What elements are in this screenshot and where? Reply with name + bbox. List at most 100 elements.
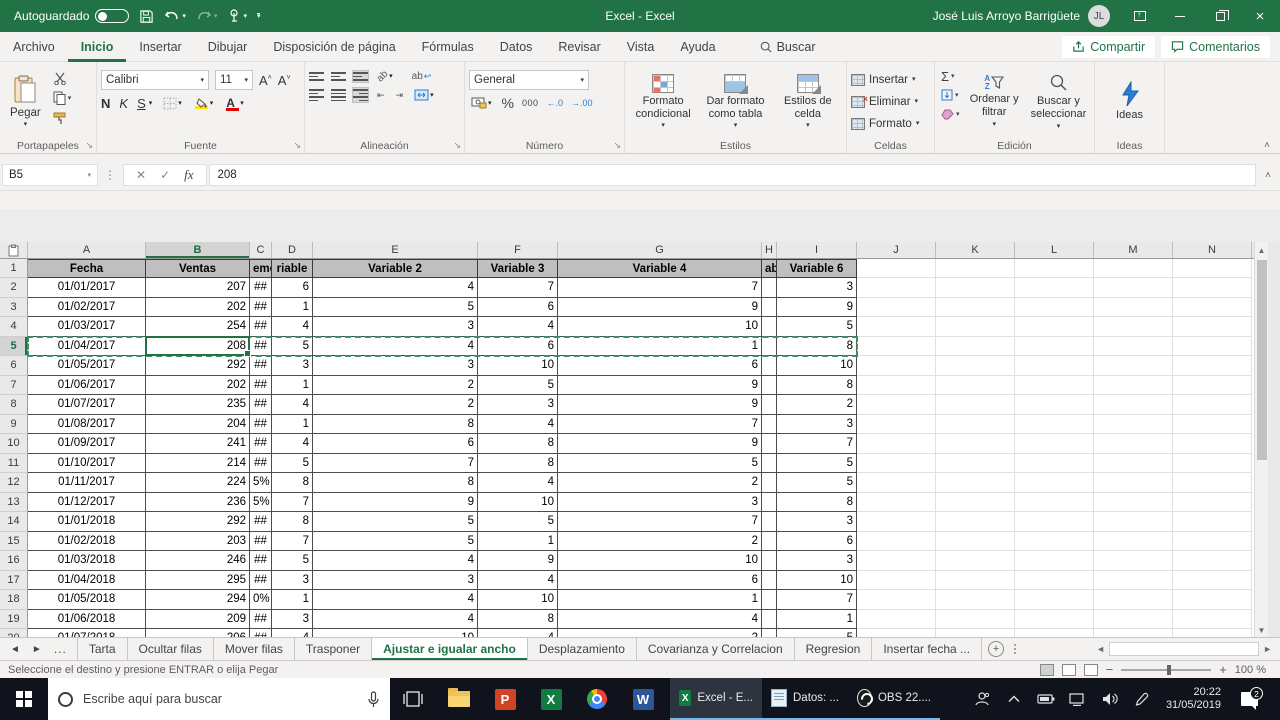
cell-H14[interactable] xyxy=(762,512,777,532)
row-header-9[interactable]: 9 xyxy=(0,414,28,434)
microphone-icon[interactable] xyxy=(367,690,380,708)
prev-sheet-button[interactable]: ◄ xyxy=(10,644,20,655)
cell-B20[interactable]: 206 xyxy=(146,629,250,637)
cell-C7[interactable]: ## xyxy=(250,375,272,395)
column-header-G[interactable]: G xyxy=(558,242,762,258)
cell-D8[interactable]: 4 xyxy=(272,395,313,415)
zoom-slider-thumb[interactable] xyxy=(1167,664,1172,675)
cell-K6[interactable] xyxy=(936,356,1015,376)
comments-button[interactable]: Comentarios xyxy=(1161,35,1270,58)
cell-K11[interactable] xyxy=(936,453,1015,473)
cut-button[interactable] xyxy=(51,70,74,86)
cell-K14[interactable] xyxy=(936,512,1015,532)
cell-C3[interactable]: ## xyxy=(250,297,272,317)
cell-F18[interactable]: 10 xyxy=(478,590,558,610)
cell-N6[interactable] xyxy=(1173,356,1252,376)
sheet-tab-desplazamiento[interactable]: Desplazamiento xyxy=(528,638,637,660)
cell-I16[interactable]: 3 xyxy=(777,551,857,571)
cell-B4[interactable]: 254 xyxy=(146,317,250,337)
cell-C13[interactable]: 5% xyxy=(250,492,272,512)
cell-J1[interactable] xyxy=(857,259,936,278)
cell-E5[interactable]: 4 xyxy=(313,336,478,356)
cell-L5[interactable] xyxy=(1015,336,1094,356)
cell-G18[interactable]: 1 xyxy=(558,590,762,610)
cell-D17[interactable]: 3 xyxy=(272,570,313,590)
cell-E10[interactable]: 6 xyxy=(313,434,478,454)
cell-M14[interactable] xyxy=(1094,512,1173,532)
cell-M7[interactable] xyxy=(1094,375,1173,395)
cell-A11[interactable]: 01/10/2017 xyxy=(28,453,146,473)
cell-A20[interactable]: 01/07/2018 xyxy=(28,629,146,637)
cell-F3[interactable]: 6 xyxy=(478,297,558,317)
scroll-down-icon[interactable]: ▼ xyxy=(1255,623,1268,637)
cell-L1[interactable] xyxy=(1015,259,1094,278)
cell-B19[interactable]: 209 xyxy=(146,609,250,629)
cell-B14[interactable]: 292 xyxy=(146,512,250,532)
cell-M9[interactable] xyxy=(1094,414,1173,434)
cell-J18[interactable] xyxy=(857,590,936,610)
cell-D3[interactable]: 1 xyxy=(272,297,313,317)
cell-N2[interactable] xyxy=(1173,278,1252,298)
cell-C12[interactable]: 5% xyxy=(250,473,272,493)
align-left-button[interactable] xyxy=(309,88,324,102)
cell-M10[interactable] xyxy=(1094,434,1173,454)
cell-I3[interactable]: 9 xyxy=(777,297,857,317)
ribbon-tab-revisar[interactable]: Revisar xyxy=(545,32,613,62)
cell-F6[interactable]: 10 xyxy=(478,356,558,376)
taskbar-window-obs[interactable]: OBS 22.... xyxy=(848,678,941,720)
ribbon-tab-datos[interactable]: Datos xyxy=(487,32,546,62)
share-button[interactable]: Compartir xyxy=(1062,35,1156,58)
cell-A15[interactable]: 01/02/2018 xyxy=(28,531,146,551)
cell-M5[interactable] xyxy=(1094,336,1173,356)
format-cells-button[interactable]: Formato ▾ xyxy=(851,114,919,133)
vertical-scrollbar[interactable]: ▲ ▼ xyxy=(1254,242,1268,637)
cell-B12[interactable]: 224 xyxy=(146,473,250,493)
cell-J19[interactable] xyxy=(857,609,936,629)
cell-K15[interactable] xyxy=(936,531,1015,551)
cell-A8[interactable]: 01/07/2017 xyxy=(28,395,146,415)
row-header-15[interactable]: 15 xyxy=(0,531,28,551)
cell-L9[interactable] xyxy=(1015,414,1094,434)
font-family-select[interactable]: Calibri ▾ xyxy=(101,70,209,90)
cell-K17[interactable] xyxy=(936,570,1015,590)
minimize-button[interactable] xyxy=(1160,0,1200,32)
excel-button[interactable]: X xyxy=(528,678,574,720)
cell-C17[interactable]: ## xyxy=(250,570,272,590)
cell-K4[interactable] xyxy=(936,317,1015,337)
cell-E15[interactable]: 5 xyxy=(313,531,478,551)
cell-B8[interactable]: 235 xyxy=(146,395,250,415)
cell-F7[interactable]: 5 xyxy=(478,375,558,395)
avatar[interactable]: JL xyxy=(1088,5,1110,27)
cell-D9[interactable]: 1 xyxy=(272,414,313,434)
cell-A4[interactable]: 01/03/2017 xyxy=(28,317,146,337)
percent-style-button[interactable]: % xyxy=(502,95,514,111)
cell-C11[interactable]: ## xyxy=(250,453,272,473)
cell-D20[interactable]: 4 xyxy=(272,629,313,637)
cell-H1[interactable]: ab xyxy=(762,259,777,278)
cell-L3[interactable] xyxy=(1015,297,1094,317)
cell-E9[interactable]: 8 xyxy=(313,414,478,434)
cell-I4[interactable]: 5 xyxy=(777,317,857,337)
action-center-button[interactable]: 2 xyxy=(1231,687,1267,710)
sheet-tab-ocultar-filas[interactable]: Ocultar filas xyxy=(128,638,214,660)
sheet-tab-tarta[interactable]: Tarta xyxy=(76,638,128,660)
cell-N12[interactable] xyxy=(1173,473,1252,493)
top-align-button[interactable] xyxy=(309,71,324,82)
cell-J20[interactable] xyxy=(857,629,936,637)
cell-G8[interactable]: 9 xyxy=(558,395,762,415)
merge-center-button[interactable]: ▾ xyxy=(412,88,436,102)
cell-A18[interactable]: 01/05/2018 xyxy=(28,590,146,610)
cell-C6[interactable]: ## xyxy=(250,356,272,376)
cell-I1[interactable]: Variable 6 xyxy=(777,259,857,278)
insert-function-button[interactable]: fx xyxy=(184,167,193,183)
cell-N9[interactable] xyxy=(1173,414,1252,434)
cell-N4[interactable] xyxy=(1173,317,1252,337)
cell-F12[interactable]: 4 xyxy=(478,473,558,493)
cell-H15[interactable] xyxy=(762,531,777,551)
cell-F4[interactable]: 4 xyxy=(478,317,558,337)
cell-N14[interactable] xyxy=(1173,512,1252,532)
cell-L12[interactable] xyxy=(1015,473,1094,493)
taskbar-window-notepad[interactable]: Datos: ... xyxy=(762,678,849,720)
cell-G5[interactable]: 1 xyxy=(558,336,762,356)
cell-A3[interactable]: 01/02/2017 xyxy=(28,297,146,317)
